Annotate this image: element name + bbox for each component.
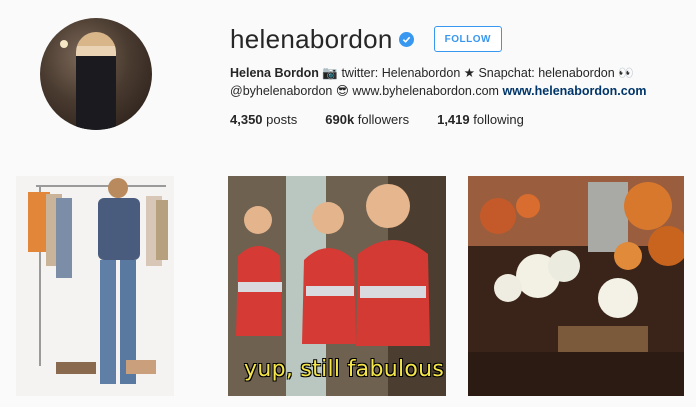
posts-count: 4,350 (230, 112, 263, 127)
camera-icon: 📷 (322, 65, 338, 80)
meme-caption: yup, still fabulous (244, 357, 445, 382)
eyes-icon: 👀 (618, 65, 634, 80)
fashion-photo-icon (16, 176, 174, 396)
flowers-photo-icon (468, 176, 684, 396)
profile-stats: 4,350 posts 690k followers 1,419 followi… (230, 112, 552, 127)
website-link[interactable]: www.helenabordon.com (502, 84, 646, 98)
avatar-figure (76, 32, 116, 130)
post-thumbnail[interactable] (16, 176, 174, 396)
following-stat[interactable]: 1,419 following (437, 112, 524, 127)
following-label: following (473, 112, 524, 127)
followers-label: followers (357, 112, 410, 127)
post-thumbnail[interactable]: yup, still fabulous (228, 176, 446, 396)
avatar-lamp (60, 40, 68, 48)
followers-count: 690k (325, 112, 355, 127)
username-row: helenabordon FOLLOW (230, 24, 502, 54)
follow-button[interactable]: FOLLOW (433, 26, 502, 52)
following-count: 1,419 (437, 112, 470, 127)
post-thumbnail[interactable] (468, 176, 684, 396)
profile-bio: Helena Bordon 📷 twitter: Helenabordon ★ … (230, 64, 670, 100)
profile-header: helenabordon FOLLOW Helena Bordon 📷 twit… (0, 0, 696, 160)
sunglasses-icon: 😎 (335, 83, 349, 98)
star-icon: ★ (463, 65, 475, 80)
verified-badge-icon (398, 31, 414, 47)
bio-snapchat: Snapchat: helenabordon (478, 66, 615, 80)
posts-stat: 4,350 posts (230, 112, 297, 127)
profile-avatar[interactable] (40, 18, 152, 130)
followers-stat[interactable]: 690k followers (325, 112, 409, 127)
bio-website-text: www.byhelenabordon.com (352, 84, 499, 98)
full-name: Helena Bordon (230, 66, 319, 80)
bio-handle: @byhelenabordon (230, 84, 333, 98)
posts-label: posts (266, 112, 298, 127)
bio-twitter: twitter: Helenabordon (341, 66, 461, 80)
username: helenabordon (230, 23, 393, 54)
